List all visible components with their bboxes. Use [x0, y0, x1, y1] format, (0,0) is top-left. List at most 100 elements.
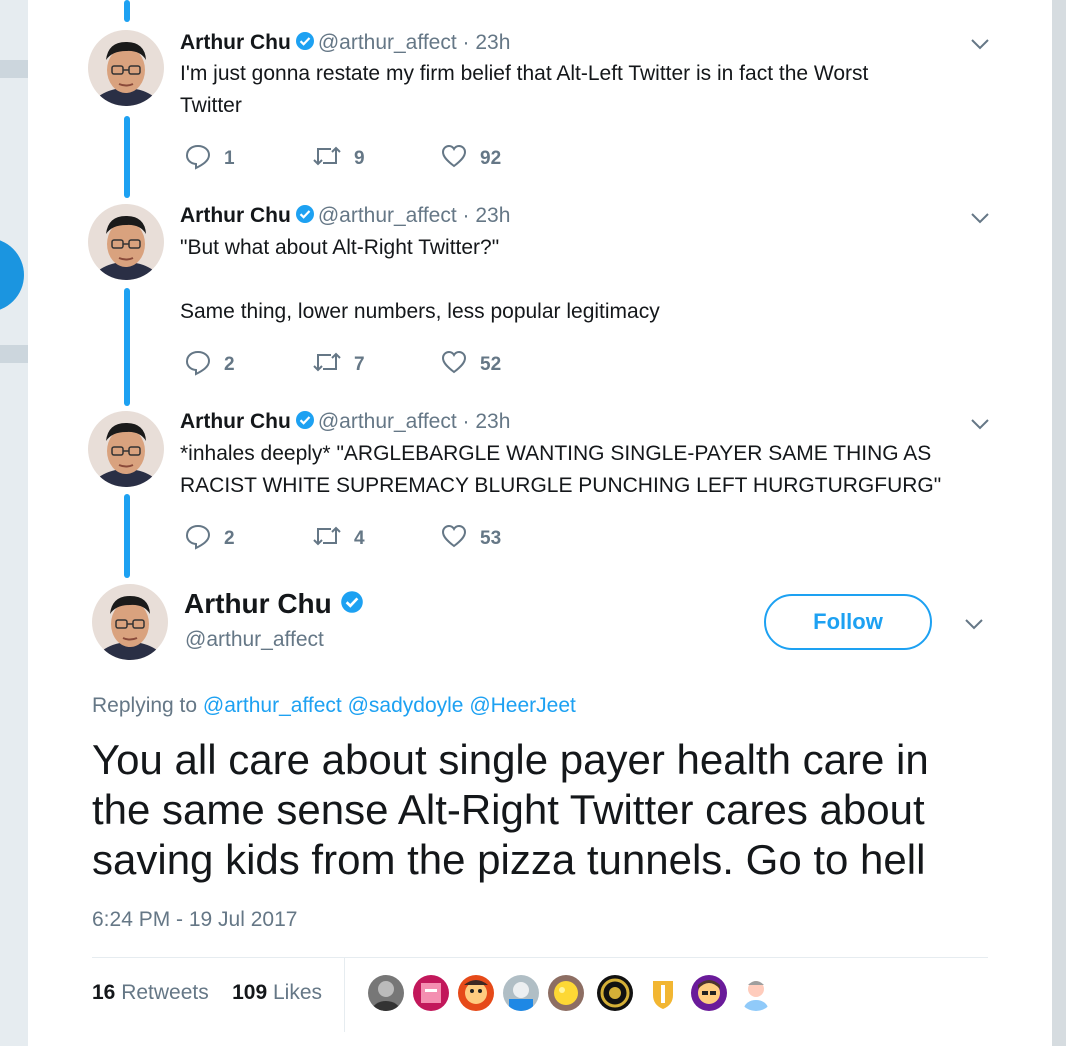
avatar[interactable] [88, 30, 164, 106]
retweets-label: Retweets [121, 981, 209, 1004]
author-name[interactable]: Arthur Chu [184, 588, 332, 619]
heart-icon [440, 522, 468, 555]
chevron-down-icon[interactable] [968, 210, 992, 226]
author-name[interactable]: Arthur Chu [180, 204, 291, 227]
likes-label: Likes [272, 981, 323, 1004]
tweet-text-line: Twitter [180, 94, 242, 117]
thread-line [124, 0, 130, 22]
chevron-down-icon[interactable] [968, 416, 992, 432]
mention-link[interactable]: @arthur_affect [203, 694, 342, 717]
like-count: 92 [480, 147, 502, 169]
retweet-icon [312, 522, 342, 555]
tweet-time[interactable]: 23h [475, 204, 510, 227]
tweet-text: *inhales deeply* "ARGLEBARGLE WANTING SI… [180, 438, 980, 502]
retweet-count: 4 [354, 527, 365, 549]
tweet-header: Arthur Chu @arthur_affect · 23h [180, 29, 510, 59]
author-handle[interactable]: @arthur_affect [318, 204, 457, 227]
liker-avatar-grayscale[interactable] [368, 975, 404, 1011]
tweet-text-line: "But what about Alt-Right Twitter?" [180, 236, 500, 259]
tweet-time-separator: · [456, 204, 476, 227]
tweet-text-line: *inhales deeply* "ARGLEBARGLE WANTING SI… [180, 442, 932, 465]
reply-icon [184, 522, 212, 555]
like-count: 53 [480, 527, 502, 549]
verified-badge-icon [340, 587, 364, 623]
follow-button[interactable]: Follow [764, 594, 932, 650]
mention-link[interactable]: @sadydoyle [348, 694, 464, 717]
verified-badge-icon [295, 204, 315, 232]
tweet-text-line: RACIST WHITE SUPREMACY BLURGLE PUNCHING … [180, 474, 942, 497]
divider [92, 957, 988, 958]
thread-line [124, 494, 130, 578]
tweet-header: Arthur Chu @arthur_affect · 23h [180, 202, 510, 232]
tweet-time[interactable]: 23h [475, 31, 510, 54]
liker-avatar-gold-emblem[interactable] [597, 975, 633, 1011]
liker-avatar-photo[interactable] [503, 975, 539, 1011]
background-strip [0, 345, 30, 363]
scroll-gutter [1052, 0, 1066, 1046]
reply-count: 1 [224, 147, 235, 169]
liker-avatar-cartoon[interactable] [458, 975, 494, 1011]
avatar[interactable] [92, 584, 168, 660]
tweet-time-separator: · [456, 410, 476, 433]
reply-button[interactable]: 1 [184, 142, 235, 175]
tweet-timestamp[interactable]: 6:24 PM - 19 Jul 2017 [92, 906, 297, 934]
reply-button[interactable]: 2 [184, 348, 235, 381]
tweet-text: I'm just gonna restate my firm belief th… [180, 58, 980, 122]
replying-prefix: Replying to [92, 694, 198, 717]
retweet-button[interactable]: 9 [312, 142, 365, 175]
background-compose-button [0, 238, 24, 312]
author-handle[interactable]: @arthur_affect [185, 626, 324, 654]
likes-stat[interactable]: 109 Likes [232, 981, 322, 1004]
chevron-down-icon[interactable] [962, 616, 986, 632]
heart-icon [440, 348, 468, 381]
liker-avatar-cartoon-man[interactable] [738, 975, 774, 1011]
tweet-text-line: Same thing, lower numbers, less popular … [180, 300, 660, 323]
stats-separator [344, 958, 345, 1032]
retweets-count: 16 [92, 981, 116, 1004]
tweet-text: "But what about Alt-Right Twitter?" Same… [180, 232, 980, 328]
like-button[interactable]: 53 [440, 522, 501, 555]
main-author: Arthur Chu [184, 586, 367, 623]
chevron-down-icon[interactable] [968, 36, 992, 52]
author-name[interactable]: Arthur Chu [180, 31, 291, 54]
likes-count: 109 [232, 981, 268, 1004]
like-button[interactable]: 92 [440, 142, 501, 175]
tweet-card [28, 0, 1052, 1046]
author-handle[interactable]: @arthur_affect [318, 31, 457, 54]
liker-avatar-gold-shield[interactable] [645, 975, 681, 1011]
retweet-button[interactable]: 4 [312, 522, 365, 555]
verified-badge-icon [295, 31, 315, 59]
main-tweet-text: You all care about single payer health c… [92, 735, 1022, 885]
replying-to: Replying to @arthur_affect @sadydoyle @H… [92, 692, 576, 720]
tweet-text-line: the same sense Alt-Right Twitter cares a… [92, 786, 925, 833]
thread-line [124, 116, 130, 198]
tweet-header: Arthur Chu @arthur_affect · 23h [180, 408, 510, 438]
liker-avatar-yellow[interactable] [548, 975, 584, 1011]
retweet-icon [312, 142, 342, 175]
reply-count: 2 [224, 527, 235, 549]
retweets-stat[interactable]: 16 Retweets [92, 981, 209, 1004]
like-button[interactable]: 52 [440, 348, 501, 381]
reply-icon [184, 142, 212, 175]
author-handle[interactable]: @arthur_affect [318, 410, 457, 433]
author-name[interactable]: Arthur Chu [180, 410, 291, 433]
reply-button[interactable]: 2 [184, 522, 235, 555]
retweet-count: 7 [354, 353, 365, 375]
tweet-text-line: You all care about single payer health c… [92, 736, 929, 783]
like-count: 52 [480, 353, 502, 375]
liker-avatar-pink[interactable] [413, 975, 449, 1011]
tweet-stats: 16 Retweets 109 Likes [92, 979, 322, 1007]
reply-icon [184, 348, 212, 381]
verified-badge-icon [295, 410, 315, 438]
tweet-time[interactable]: 23h [475, 410, 510, 433]
retweet-button[interactable]: 7 [312, 348, 365, 381]
avatar[interactable] [88, 411, 164, 487]
heart-icon [440, 142, 468, 175]
retweet-icon [312, 348, 342, 381]
liker-avatar-purple[interactable] [691, 975, 727, 1011]
reply-count: 2 [224, 353, 235, 375]
avatar[interactable] [88, 204, 164, 280]
mention-link[interactable]: @HeerJeet [469, 694, 576, 717]
tweet-text-line: I'm just gonna restate my firm belief th… [180, 62, 869, 85]
background-strip [0, 60, 30, 78]
